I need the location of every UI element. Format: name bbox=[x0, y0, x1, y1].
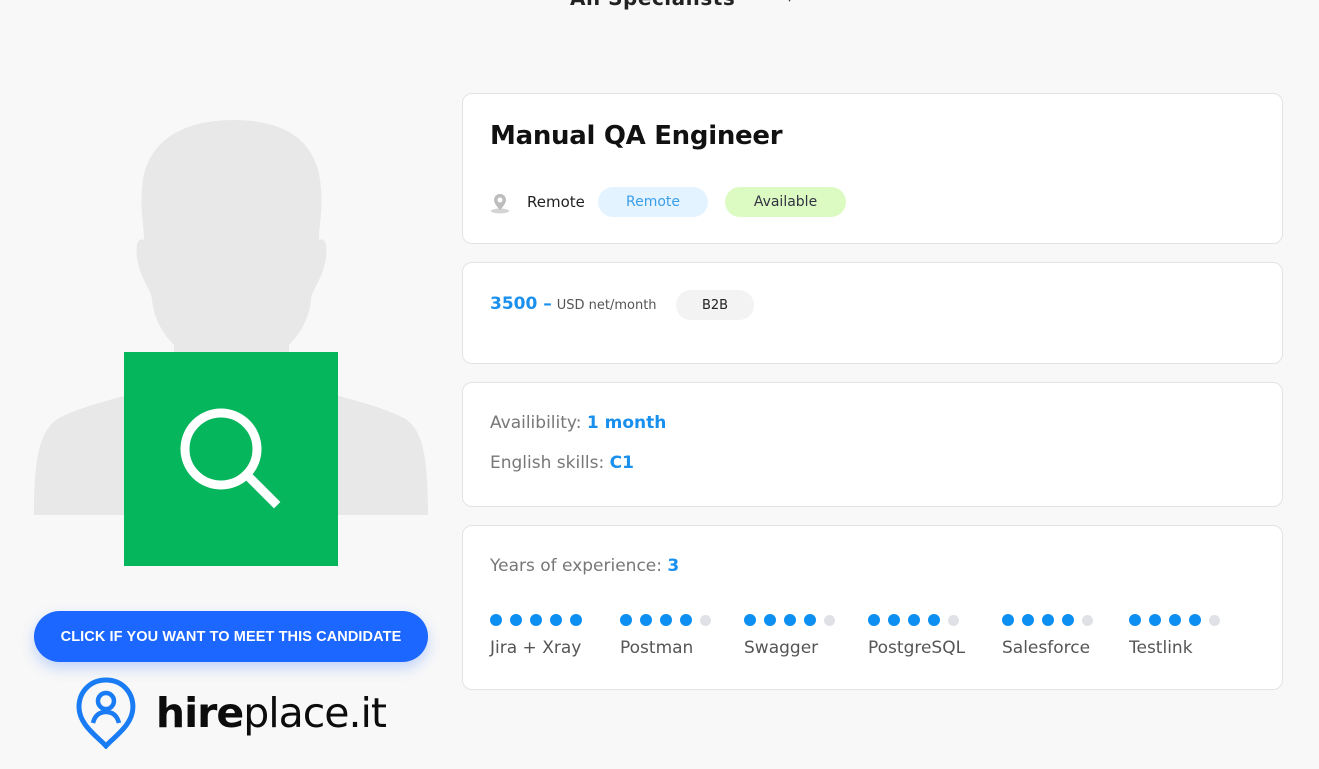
skill-dot-empty bbox=[1082, 614, 1093, 626]
skill-dot-filled bbox=[1022, 614, 1034, 626]
remote-badge: Remote bbox=[598, 187, 708, 217]
logo-text-hire: hire bbox=[155, 689, 244, 737]
experience-row: Years of experience: 3 bbox=[490, 556, 679, 576]
location-text: Remote bbox=[527, 193, 585, 211]
experience-label: Years of experience: bbox=[490, 556, 662, 576]
skill-dot-filled bbox=[530, 614, 542, 626]
salary-card: 3500 – USD net/month B2B bbox=[462, 262, 1283, 364]
skill-item: PostgreSQL bbox=[868, 614, 965, 658]
location-pin-logo-icon bbox=[76, 677, 136, 749]
skill-level-dots bbox=[620, 614, 711, 626]
skill-dot-filled bbox=[908, 614, 920, 626]
salary-unit: USD net/month bbox=[556, 298, 657, 313]
details-card: Availibility: 1 month English skills: C1 bbox=[462, 382, 1283, 507]
skill-name: Jira + Xray bbox=[490, 638, 582, 658]
skill-dot-filled bbox=[640, 614, 652, 626]
skill-level-dots bbox=[744, 614, 835, 626]
available-badge: Available bbox=[725, 187, 846, 217]
skill-level-dots bbox=[1002, 614, 1093, 626]
skill-dot-filled bbox=[660, 614, 672, 626]
skill-item: Jira + Xray bbox=[490, 614, 582, 658]
job-title-card: Manual QA Engineer Remote Remote Availab… bbox=[462, 93, 1283, 244]
hireplace-logo[interactable]: hireplace.it bbox=[76, 676, 387, 750]
skill-item: Salesforce bbox=[1002, 614, 1093, 658]
availability-value: 1 month bbox=[586, 413, 667, 433]
page-heading-partial: All Specialists bbox=[570, 0, 735, 10]
skill-name: Salesforce bbox=[1002, 638, 1091, 658]
skill-dot-filled bbox=[1002, 614, 1014, 626]
skill-level-dots bbox=[490, 614, 582, 626]
search-icon bbox=[180, 408, 281, 509]
skill-dot-filled bbox=[1042, 614, 1054, 626]
skill-dot-empty bbox=[700, 614, 711, 626]
skill-dot-filled bbox=[1169, 614, 1181, 626]
english-value: C1 bbox=[609, 453, 634, 473]
job-title: Manual QA Engineer bbox=[490, 121, 783, 151]
skill-dot-filled bbox=[1189, 614, 1201, 626]
availability-row: Availibility: 1 month bbox=[490, 413, 666, 433]
search-overlay bbox=[124, 352, 338, 566]
skill-dot-filled bbox=[804, 614, 816, 626]
skill-dot-filled bbox=[888, 614, 900, 626]
skill-name: Postman bbox=[620, 638, 694, 658]
salary-value: 3500 – bbox=[490, 294, 552, 314]
skill-name: Testlink bbox=[1129, 638, 1193, 658]
skill-dot-filled bbox=[570, 614, 582, 626]
skill-dot-filled bbox=[550, 614, 562, 626]
skill-dot-filled bbox=[784, 614, 796, 626]
availability-label: Availibility: bbox=[490, 413, 582, 433]
skill-name: Swagger bbox=[744, 638, 819, 658]
skill-dot-filled bbox=[510, 614, 522, 626]
skill-dot-filled bbox=[928, 614, 940, 626]
skill-dot-filled bbox=[868, 614, 880, 626]
contract-badge: B2B bbox=[676, 290, 754, 320]
english-label: English skills: bbox=[490, 453, 605, 473]
skill-name: PostgreSQL bbox=[868, 638, 966, 658]
skill-dot-filled bbox=[1149, 614, 1161, 626]
skill-dot-filled bbox=[744, 614, 756, 626]
skill-dot-filled bbox=[1062, 614, 1074, 626]
skill-level-dots bbox=[868, 614, 965, 626]
skill-dot-empty bbox=[1209, 614, 1220, 626]
chevron-down-icon[interactable]: ▾ bbox=[786, 0, 793, 6]
skill-level-dots bbox=[1129, 614, 1220, 626]
skill-dot-empty bbox=[948, 614, 959, 626]
skill-dot-empty bbox=[824, 614, 835, 626]
skill-dot-filled bbox=[680, 614, 692, 626]
skill-item: Swagger bbox=[744, 614, 835, 658]
logo-text-place: place.it bbox=[243, 689, 387, 737]
skill-item: Postman bbox=[620, 614, 711, 658]
skill-dot-filled bbox=[764, 614, 776, 626]
meet-candidate-button[interactable]: CLICK IF YOU WANT TO MEET THIS CANDIDATE bbox=[34, 611, 428, 662]
english-row: English skills: C1 bbox=[490, 453, 634, 473]
skill-dot-filled bbox=[620, 614, 632, 626]
skill-dot-filled bbox=[490, 614, 502, 626]
skill-item: Testlink bbox=[1129, 614, 1220, 658]
experience-value: 3 bbox=[667, 556, 680, 576]
experience-card: Years of experience: 3 Jira + Xray Postma… bbox=[462, 525, 1283, 690]
location-pin-icon bbox=[491, 194, 509, 214]
skill-dot-filled bbox=[1129, 614, 1141, 626]
